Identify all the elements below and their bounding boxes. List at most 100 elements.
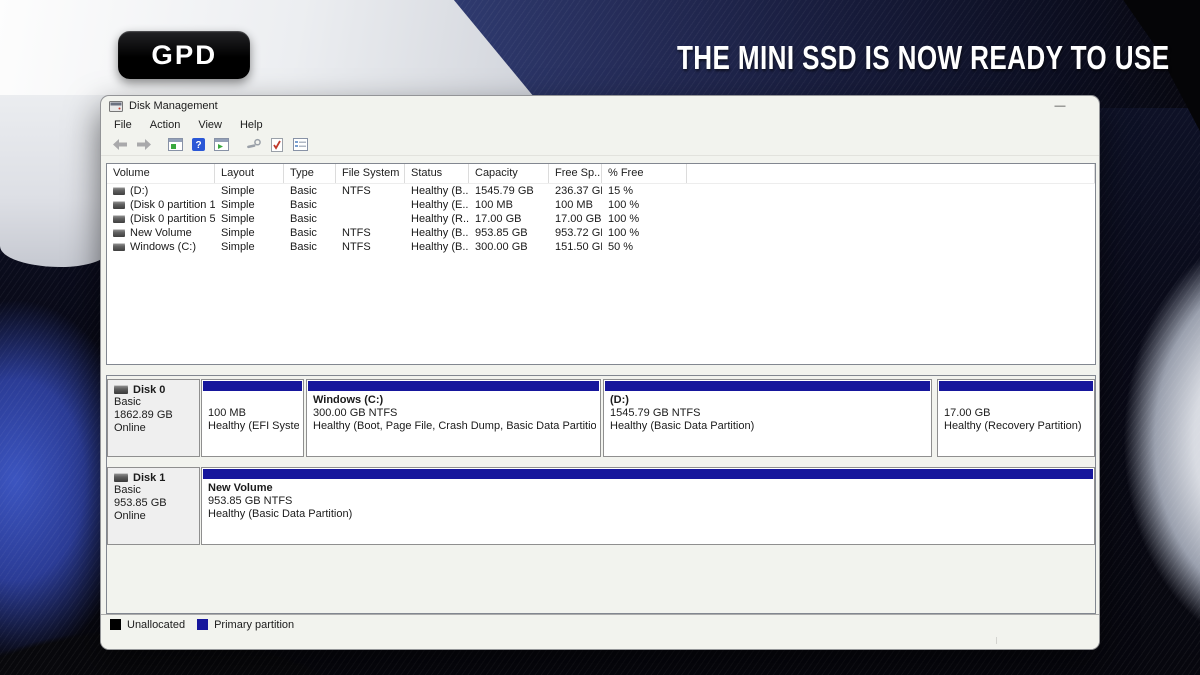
partition-size: 300.00 GB NTFS <box>313 407 596 420</box>
table-row[interactable]: Windows (C:) Simple Basic NTFS Healthy (… <box>107 240 1095 254</box>
properties-icon[interactable] <box>291 137 309 153</box>
partition-title <box>944 394 1090 407</box>
column-header-file-system[interactable]: File System <box>336 164 405 183</box>
partition-title: New Volume <box>208 482 1090 495</box>
cell-status: Healthy (B... <box>405 185 469 197</box>
cell-percent-free: 100 % <box>602 213 687 225</box>
partition-efi[interactable]: 100 MB Healthy (EFI System Partition) <box>201 379 304 457</box>
partitions: 100 MB Healthy (EFI System Partition) Wi… <box>201 379 1095 459</box>
partition-status: Healthy (Recovery Partition) <box>944 420 1090 433</box>
partition-color-bar <box>605 381 930 391</box>
toolbar: ? <box>101 134 1099 156</box>
menu-bar: File Action View Help <box>101 116 1099 134</box>
window-title-bar[interactable]: Disk Management — <box>101 96 1099 116</box>
task-check-icon[interactable] <box>268 137 286 153</box>
partition-recovery[interactable]: 17.00 GB Healthy (Recovery Partition) <box>937 379 1095 457</box>
partition-new-volume[interactable]: New Volume 953.85 GB NTFS Healthy (Basic… <box>201 467 1095 545</box>
magnifier-icon[interactable] <box>245 137 263 153</box>
partition-color-bar <box>939 381 1093 391</box>
status-bar <box>101 634 1099 649</box>
minimize-button[interactable]: — <box>1043 96 1077 115</box>
column-header-status[interactable]: Status <box>405 164 469 183</box>
table-row[interactable]: (D:) Simple Basic NTFS Healthy (B... 154… <box>107 184 1095 198</box>
cell-capacity: 1545.79 GB <box>469 185 549 197</box>
cell-volume: (D:) <box>130 185 148 197</box>
cell-free-space: 151.50 GB <box>549 241 602 253</box>
console-window-alt-icon[interactable] <box>212 137 230 153</box>
cell-free-space: 17.00 GB <box>549 213 602 225</box>
cell-free-space: 100 MB <box>549 199 602 211</box>
disk-status: Online <box>114 510 199 523</box>
column-header-percent-free[interactable]: % Free <box>602 164 687 183</box>
graph-view: Disk 0 Basic 1862.89 GB Online 100 MB He… <box>106 375 1096 614</box>
disk-size: 1862.89 GB <box>114 409 199 422</box>
disk-label[interactable]: Disk 0 Basic 1862.89 GB Online <box>107 379 200 457</box>
partition-d[interactable]: (D:) 1545.79 GB NTFS Healthy (Basic Data… <box>603 379 932 457</box>
column-header-volume[interactable]: Volume <box>107 164 215 183</box>
cell-percent-free: 100 % <box>602 227 687 239</box>
menu-item-action[interactable]: Action <box>150 119 181 131</box>
back-icon[interactable] <box>111 137 129 153</box>
disk-row: Disk 0 Basic 1862.89 GB Online 100 MB He… <box>107 379 1095 459</box>
table-row[interactable]: (Disk 0 partition 1) Simple Basic Health… <box>107 198 1095 212</box>
disk-icon <box>114 385 128 394</box>
partition-size: 953.85 GB NTFS <box>208 495 1090 508</box>
disk-management-window: Disk Management — File Action View Help … <box>100 95 1100 650</box>
cell-layout: Simple <box>215 227 284 239</box>
volume-icon <box>113 201 125 209</box>
menu-item-file[interactable]: File <box>114 119 132 131</box>
partitions: New Volume 953.85 GB NTFS Healthy (Basic… <box>201 467 1095 547</box>
cell-status: Healthy (E... <box>405 199 469 211</box>
cell-free-space: 953.72 GB <box>549 227 602 239</box>
cell-volume: New Volume <box>130 227 192 239</box>
partition-color-bar <box>308 381 599 391</box>
partition-size: 17.00 GB <box>944 407 1090 420</box>
background-light-top <box>0 0 534 97</box>
cell-capacity: 100 MB <box>469 199 549 211</box>
partition-color-bar <box>203 381 302 391</box>
window-title: Disk Management <box>129 100 218 112</box>
table-row[interactable]: (Disk 0 partition 5) Simple Basic Health… <box>107 212 1095 226</box>
menu-item-help[interactable]: Help <box>240 119 263 131</box>
help-icon[interactable]: ? <box>189 137 207 153</box>
column-header-type[interactable]: Type <box>284 164 336 183</box>
column-header-filler <box>687 164 1095 183</box>
menu-item-view[interactable]: View <box>198 119 222 131</box>
screen: GPD THE MINI SSD IS NOW READY TO USE Dis… <box>0 0 1200 675</box>
disk-icon <box>114 473 128 482</box>
cell-type: Basic <box>284 241 336 253</box>
volume-icon <box>113 229 125 237</box>
cell-type: Basic <box>284 185 336 197</box>
column-header-layout[interactable]: Layout <box>215 164 284 183</box>
legend-label-primary-partition: Primary partition <box>214 619 294 631</box>
cell-status: Healthy (B... <box>405 241 469 253</box>
cell-file-system: NTFS <box>336 241 405 253</box>
cell-percent-free: 15 % <box>602 185 687 197</box>
partition-size: 100 MB <box>208 407 299 420</box>
cell-volume: Windows (C:) <box>130 241 196 253</box>
forward-icon[interactable] <box>134 137 152 153</box>
headline: THE MINI SSD IS NOW READY TO USE <box>677 39 1170 77</box>
column-header-capacity[interactable]: Capacity <box>469 164 549 183</box>
cell-status: Healthy (R... <box>405 213 469 225</box>
legend-swatch-unallocated <box>110 619 121 630</box>
disk-name: Disk 1 <box>133 472 165 484</box>
cell-file-system: NTFS <box>336 227 405 239</box>
disk-label[interactable]: Disk 1 Basic 953.85 GB Online <box>107 467 200 545</box>
volume-icon <box>113 187 125 195</box>
cell-free-space: 236.37 GB <box>549 185 602 197</box>
partition-status: Healthy (EFI System Partition) <box>208 420 299 433</box>
cell-layout: Simple <box>215 241 284 253</box>
partition-status: Healthy (Basic Data Partition) <box>610 420 927 433</box>
partition-windows-c[interactable]: Windows (C:) 300.00 GB NTFS Healthy (Boo… <box>306 379 601 457</box>
partition-color-bar <box>203 469 1093 479</box>
console-window-icon[interactable] <box>166 137 184 153</box>
partition-status: Healthy (Boot, Page File, Crash Dump, Ba… <box>313 420 596 433</box>
partition-title: Windows (C:) <box>313 394 596 407</box>
cell-file-system: NTFS <box>336 185 405 197</box>
disk-name: Disk 0 <box>133 384 165 396</box>
disk-size: 953.85 GB <box>114 497 199 510</box>
column-header-free-space[interactable]: Free Sp... <box>549 164 602 183</box>
table-row[interactable]: New Volume Simple Basic NTFS Healthy (B.… <box>107 226 1095 240</box>
cell-layout: Simple <box>215 185 284 197</box>
